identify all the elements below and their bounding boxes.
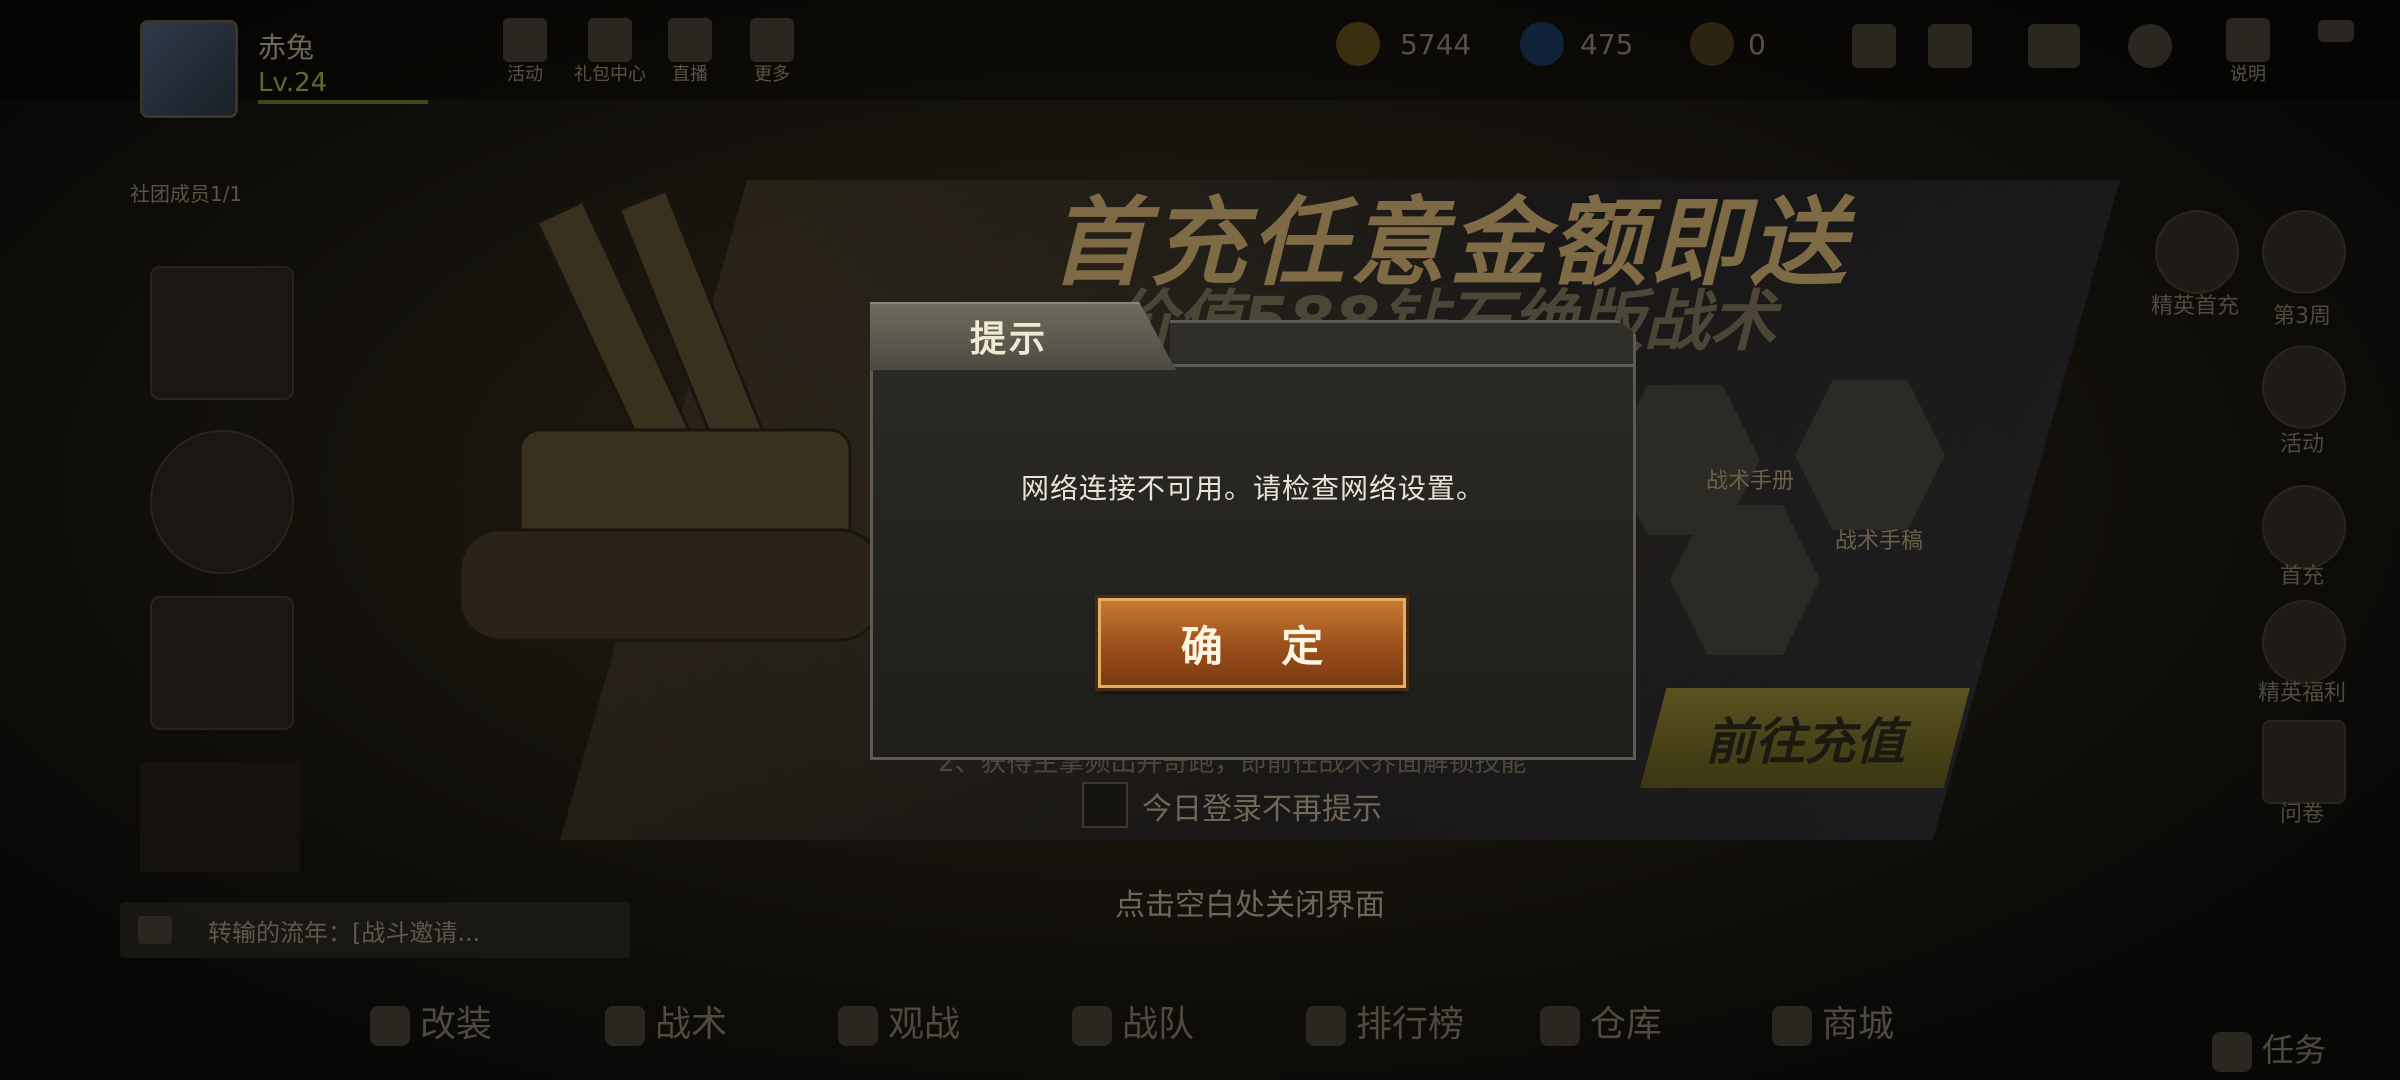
gear-icon[interactable] — [2128, 24, 2172, 68]
right-item-label: 精英首充 — [2150, 294, 2239, 319]
nav-item-task[interactable]: 任务 — [2212, 1025, 2326, 1072]
first-charge-icon[interactable] — [2262, 485, 2346, 569]
gift-icon[interactable] — [588, 18, 632, 62]
player-name: 赤兔 — [258, 31, 315, 64]
cup-icon — [1306, 1006, 1346, 1046]
mail-icon[interactable] — [2028, 24, 2080, 68]
grid-icon[interactable] — [750, 18, 794, 62]
event-icon[interactable] — [2262, 345, 2346, 429]
dialog-title: 提示 — [970, 319, 1049, 360]
tank-illustration — [458, 188, 882, 642]
nav-item-tactics[interactable]: 战术 — [605, 995, 727, 1047]
level-progress-bar — [258, 100, 428, 104]
add-icon[interactable] — [1852, 24, 1896, 68]
left-card[interactable] — [150, 266, 294, 400]
trophy-icon[interactable] — [503, 18, 547, 62]
chat-text: 转输的流年：[战斗邀请... — [208, 919, 481, 947]
welfare-icon[interactable] — [2262, 600, 2346, 684]
dialog-message: 网络连接不可用。请检查网络设置。 — [1020, 472, 1485, 505]
no-remind-checkbox[interactable] — [1082, 782, 1128, 828]
gold-coin-icon — [1336, 22, 1380, 66]
nav-item-modify[interactable]: 改装 — [370, 995, 492, 1047]
gold-amount: 5744 — [1400, 28, 1472, 61]
chat-icon — [138, 916, 172, 944]
avatar[interactable] — [140, 20, 238, 118]
promo-item-label: 战术手稿 — [1835, 529, 1924, 554]
shield-icon — [1072, 1006, 1112, 1046]
medal-icon — [1690, 22, 1734, 66]
play-icon[interactable] — [668, 18, 712, 62]
right-item-label: 活动 — [2279, 432, 2324, 457]
diamond-amount: 475 — [1580, 28, 1634, 61]
friends-icon[interactable] — [1928, 24, 1972, 68]
task-icon — [2212, 1032, 2252, 1072]
recharge-button[interactable]: 前往充值 — [1640, 688, 1970, 788]
dialog-header-strip — [1170, 320, 1636, 368]
book-icon[interactable] — [2226, 18, 2270, 62]
skull-icon — [605, 1006, 645, 1046]
book-label: 说明 — [2230, 64, 2266, 85]
right-item-label: 首充 — [2279, 564, 2324, 589]
left-card[interactable] — [150, 596, 294, 730]
shop-icon — [1772, 1006, 1812, 1046]
diamond-icon — [1520, 22, 1564, 66]
wrench-icon — [370, 1006, 410, 1046]
close-hint: 点击空白处关闭界面 — [1115, 888, 1385, 923]
medal-amount: 0 — [1748, 28, 1766, 61]
promo-item-label: 战术手册 — [1706, 469, 1795, 494]
nav-item-shop[interactable]: 商城 — [1772, 995, 1894, 1047]
top-icon-label: 更多 — [754, 64, 790, 85]
dialog-body — [870, 364, 1636, 760]
right-item-label: 第3周 — [2273, 304, 2331, 329]
eye-icon — [838, 1006, 878, 1046]
survey-icon[interactable] — [2262, 720, 2346, 804]
minimize-icon[interactable] — [2318, 20, 2354, 42]
player-level: Lv.24 — [258, 68, 328, 98]
rank-badge-icon[interactable] — [2262, 210, 2346, 294]
nav-item-ranking[interactable]: 排行榜 — [1306, 995, 1464, 1047]
nav-item-warehouse[interactable]: 仓库 — [1540, 995, 1662, 1047]
right-item-label: 问卷 — [2279, 802, 2324, 827]
left-banner[interactable] — [140, 762, 300, 872]
star-badge-icon[interactable] — [2155, 210, 2239, 294]
nav-item-spectate[interactable]: 观战 — [838, 995, 960, 1047]
no-remind-label: 今日登录不再提示 — [1142, 792, 1382, 827]
nav-item-team[interactable]: 战队 — [1072, 995, 1194, 1047]
guild-caption: 社团成员1/1 — [130, 182, 243, 206]
network-error-dialog: 提示 网络连接不可用。请检查网络设置。 确 定 — [870, 302, 1636, 760]
house-icon — [1540, 1006, 1580, 1046]
confirm-button[interactable]: 确 定 — [1098, 598, 1406, 688]
left-card[interactable] — [150, 430, 294, 574]
right-item-label: 精英福利 — [2257, 681, 2346, 706]
